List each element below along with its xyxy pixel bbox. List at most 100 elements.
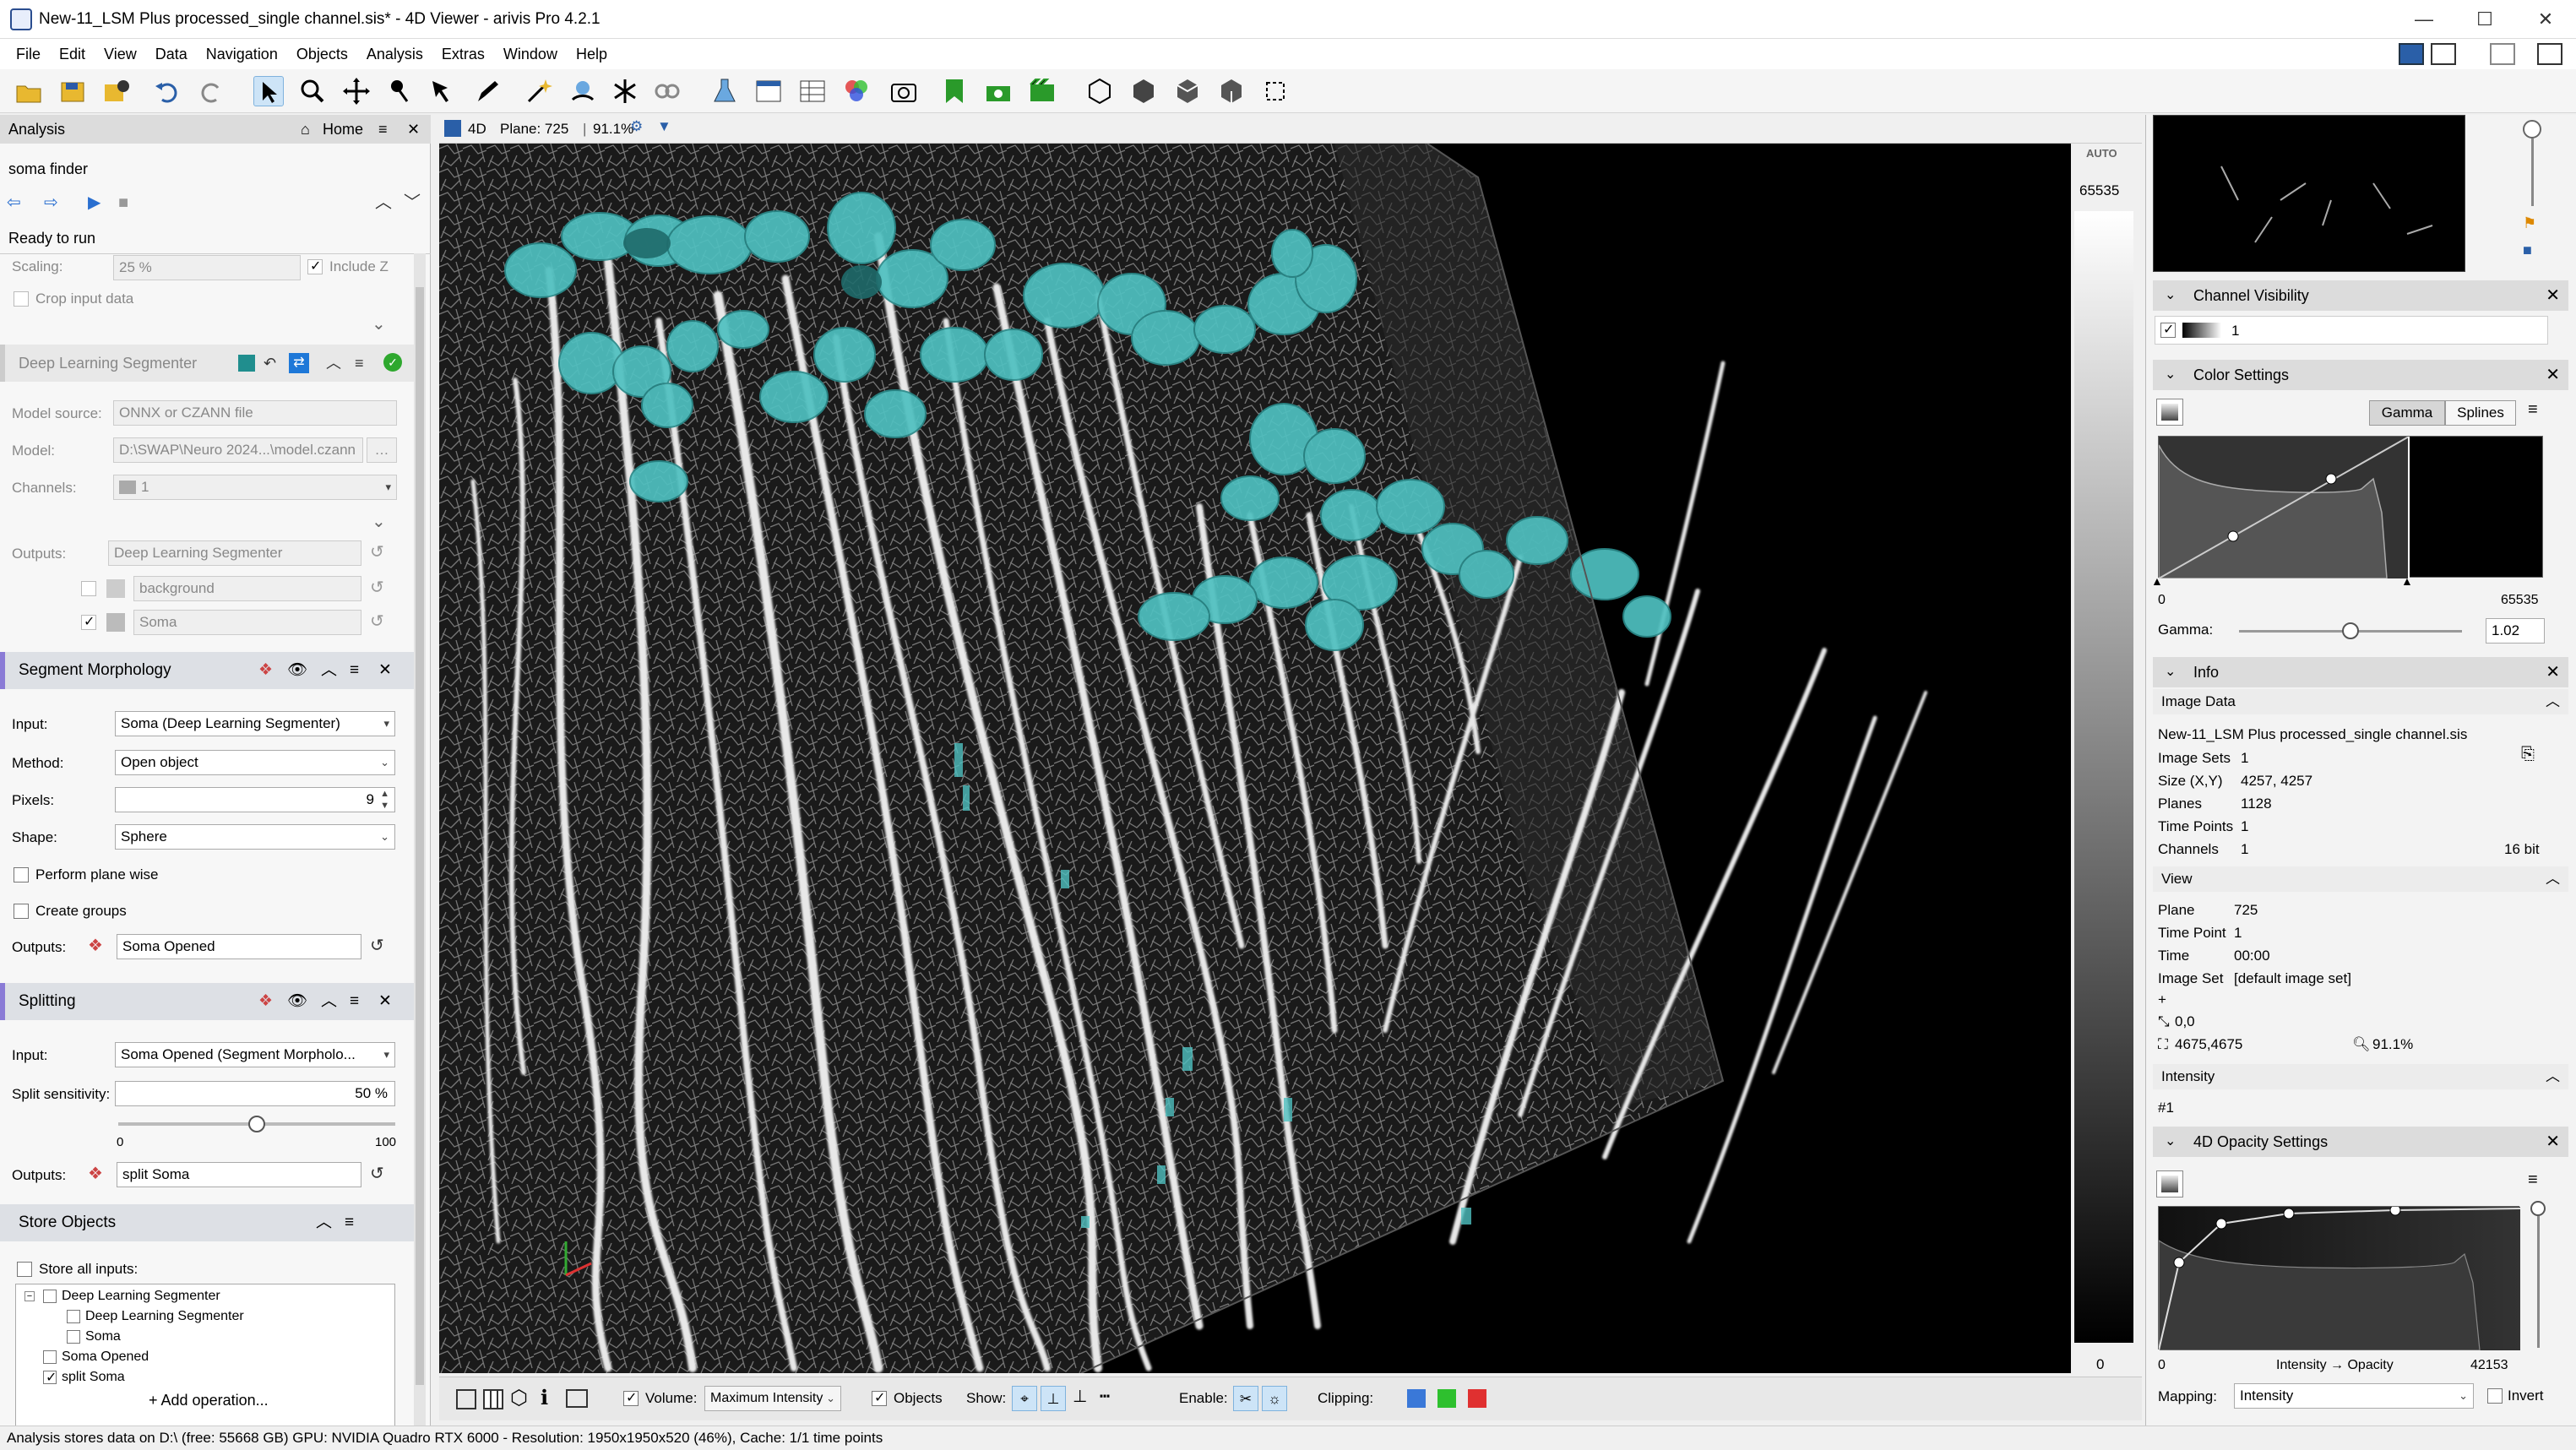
menu-analysis[interactable]: Analysis (357, 39, 432, 69)
soma-reset-icon[interactable]: ↺ (370, 611, 384, 632)
opacity-settings-header[interactable]: ⌄ 4D Opacity Settings ✕ (2153, 1127, 2568, 1157)
view-3d-box-icon[interactable] (1084, 76, 1115, 106)
splitting-section-header[interactable]: Splitting ❖ 👁 ︿ ≡ ✕ (0, 983, 422, 1020)
select-tool-icon[interactable] (253, 76, 284, 106)
collapse-up-icon[interactable]: ︿ (375, 193, 392, 213)
cube-icon[interactable]: ⬡ (510, 1386, 528, 1410)
model-field[interactable]: D:\SWAP\Neuro 2024...\model.czann (113, 437, 363, 463)
tree-dls-checkbox[interactable] (43, 1290, 57, 1303)
close-icon[interactable]: ✕ (2546, 1127, 2560, 1157)
dls-section-header[interactable]: Deep Learning Segmenter ↶ ⇄ ︿ ≡ ✓ (0, 345, 422, 382)
dls-revert-icon[interactable]: ↶ (264, 345, 276, 382)
dls-menu-icon[interactable]: ≡ (355, 345, 364, 382)
split-input-dropdown[interactable]: Soma Opened (Segment Morpholo... ▾ (115, 1042, 395, 1067)
model-browse-button[interactable]: … (367, 437, 397, 463)
save-icon[interactable] (57, 76, 88, 106)
info-header[interactable]: ⌄ Info ✕ (2153, 657, 2568, 687)
tree-soma-checkbox[interactable] (67, 1330, 80, 1344)
enable-light-icon[interactable]: ☼ (1262, 1386, 1287, 1411)
show-axis-icon[interactable]: ⊥ (1041, 1386, 1066, 1411)
tree-item[interactable]: Soma (85, 1329, 121, 1344)
menu-extras[interactable]: Extras (432, 39, 494, 69)
background-checkbox[interactable] (81, 581, 96, 596)
image-data-header[interactable]: Image Data ︿ (2153, 689, 2568, 714)
fit-view-icon[interactable] (1260, 76, 1291, 106)
volume-render[interactable] (439, 144, 2071, 1373)
menu-data[interactable]: Data (146, 39, 197, 69)
layout-single-icon[interactable] (2399, 43, 2424, 65)
objects-checkbox[interactable] (872, 1389, 887, 1406)
morphology-section-header[interactable]: Segment Morphology ❖ 👁 ︿ ≡ ✕ (0, 652, 422, 689)
zoom-slider-knob[interactable] (2523, 120, 2541, 138)
close-file-icon[interactable] (101, 76, 132, 106)
image-panel-icon[interactable] (753, 76, 784, 106)
morph-close-icon[interactable]: ✕ (378, 652, 392, 689)
show-scale-icon[interactable]: ⊥ (1073, 1386, 1087, 1407)
split-eye-icon[interactable]: 👁 (287, 983, 307, 1020)
view-top-icon[interactable] (1172, 76, 1203, 106)
layout-split-icon[interactable] (2431, 43, 2456, 65)
add-operation-button[interactable]: + Add operation... (149, 1392, 269, 1409)
store-all-checkbox[interactable] (17, 1262, 32, 1277)
menu-help[interactable]: Help (567, 39, 617, 69)
clip-green-button[interactable] (1437, 1389, 1456, 1408)
split-slider-thumb[interactable] (248, 1116, 265, 1132)
morph-outputs-reset-icon[interactable]: ↺ (370, 936, 384, 956)
crop-checkbox[interactable] (14, 291, 29, 307)
include-z-checkbox[interactable] (307, 258, 323, 274)
model-source-field[interactable]: ONNX or CZANN file (113, 400, 397, 426)
snapshot-icon[interactable] (889, 76, 919, 106)
grid-icon[interactable] (483, 1389, 503, 1409)
color-swatch-button[interactable] (2156, 399, 2183, 426)
tree-item[interactable]: Deep Learning Segmenter (85, 1309, 244, 1324)
pointer-tool-icon[interactable] (427, 76, 458, 106)
split-sensitivity-field[interactable]: 50 % (115, 1081, 395, 1106)
opacity-max-knob[interactable] (2530, 1201, 2546, 1216)
tree-item[interactable]: Soma Opened (62, 1350, 149, 1365)
pan-tool-icon[interactable] (341, 76, 372, 106)
left-scrollbar[interactable] (414, 253, 426, 1450)
gamma-field[interactable]: 1.02 (2486, 618, 2545, 644)
dls-outputs-reset-icon[interactable]: ↺ (370, 542, 384, 562)
menu-edit[interactable]: Edit (50, 39, 95, 69)
collapse-down-icon[interactable]: ﹀ (404, 193, 421, 213)
overview-icon-1[interactable]: ⚑ (2523, 215, 2536, 232)
maximize-button[interactable]: ☐ (2459, 5, 2510, 34)
stop-icon[interactable]: ■ (118, 193, 128, 213)
panel-close-icon[interactable]: ✕ (407, 115, 420, 144)
menu-objects[interactable]: Objects (287, 39, 357, 69)
forward-icon[interactable]: ⇨ (44, 193, 58, 213)
soma-field[interactable]: Soma (133, 610, 361, 635)
pin-tool-icon[interactable] (385, 76, 416, 106)
split-output-color-icon[interactable]: ❖ (88, 1164, 103, 1184)
morph-output-color-icon[interactable]: ❖ (88, 936, 103, 956)
tree-collapse-icon[interactable]: − (24, 1291, 35, 1301)
info-copy-icon[interactable]: ⎘ (2521, 745, 2535, 764)
dls-link-icon[interactable]: ⇄ (289, 353, 309, 373)
volume-mode-dropdown[interactable]: Maximum Intensity ⌄ (704, 1386, 841, 1411)
overview-camera-icon[interactable]: ■ (2523, 242, 2532, 259)
volume-checkbox[interactable] (623, 1389, 639, 1406)
range-min-marker[interactable]: ▲ (2151, 574, 2163, 588)
morph-collapse-icon[interactable]: ︿ (321, 652, 337, 689)
opacity-swatch-button[interactable] (2156, 1170, 2183, 1197)
monitor-icon[interactable] (566, 1389, 588, 1408)
gamma-curve-chart[interactable] (2158, 436, 2543, 579)
draw-tool-icon[interactable] (471, 76, 502, 106)
home-label[interactable]: Home (323, 115, 363, 144)
zoom-tool-icon[interactable] (297, 76, 328, 106)
split-outputs-field[interactable]: split Soma (117, 1162, 361, 1187)
channels-dropdown[interactable]: 1 ▾ (113, 475, 397, 500)
segment-tool-icon[interactable] (568, 76, 598, 106)
menu-file[interactable]: File (7, 39, 50, 69)
magic-wand-icon[interactable] (524, 76, 554, 106)
table-panel-icon[interactable] (797, 76, 828, 106)
clip-blue-button[interactable] (1407, 1389, 1426, 1408)
pixels-spinner[interactable]: 9 ▲ ▼ (115, 787, 395, 812)
split-outputs-reset-icon[interactable]: ↺ (370, 1164, 384, 1184)
invert-checkbox[interactable] (2487, 1388, 2503, 1404)
close-icon[interactable]: ✕ (2546, 280, 2560, 311)
gamma-slider-thumb[interactable] (2342, 622, 2359, 639)
tree-soma-opened-checkbox[interactable] (43, 1350, 57, 1364)
gamma-tab[interactable]: Gamma (2369, 400, 2445, 426)
